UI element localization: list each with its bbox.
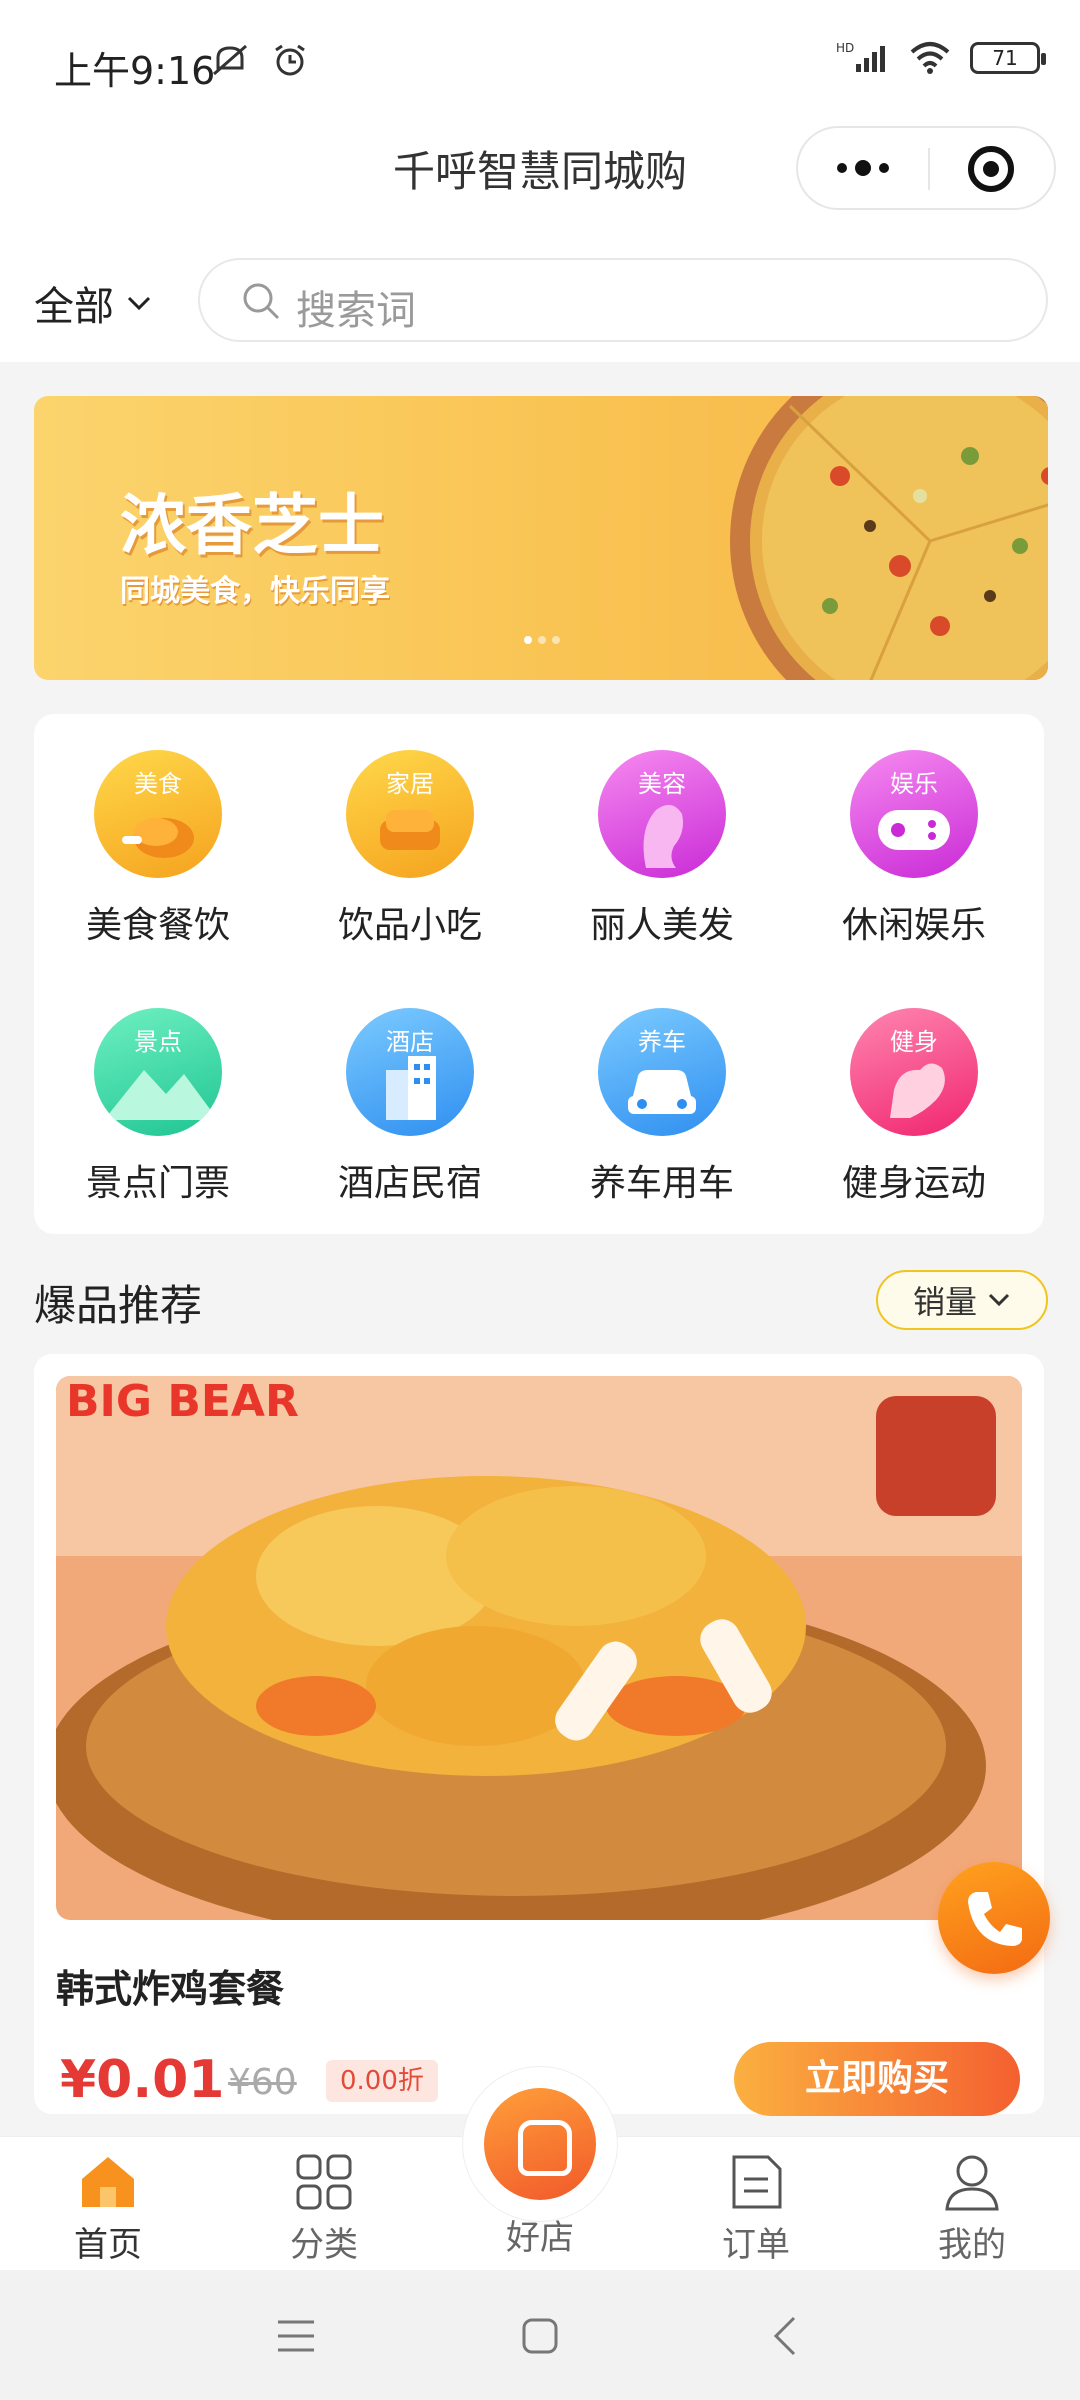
signal-icon: HD (836, 41, 885, 72)
tab-category[interactable]: 分类 (234, 2137, 414, 2266)
carousel-dots (524, 636, 560, 644)
status-left-icons (210, 42, 310, 78)
miniapp-capsule (796, 126, 1056, 210)
user-icon (945, 2155, 999, 2211)
home-icon (82, 2157, 134, 2207)
product-photo: BIG BEAR (56, 1376, 1022, 1920)
category-label: 酒店民宿 (337, 1163, 482, 1204)
product-card[interactable]: BIG BEAR 韩式炸鸡套餐 ¥0.01 ¥60 0.00折 立即购买 (34, 1354, 1044, 2116)
grid-icon (296, 2154, 352, 2210)
category-tag: 美容 (638, 770, 686, 798)
status-time: 上午9:16 (54, 49, 216, 93)
woman-profile-icon: 美容 (598, 750, 726, 878)
banner-title: 浓香芝士 (120, 487, 384, 564)
photo-brand-text: BIG BEAR (66, 1376, 299, 1427)
menu-icon[interactable] (274, 2316, 318, 2356)
category-filter-dropdown[interactable]: 全部 (34, 274, 152, 332)
category-entertainment[interactable]: 娱乐 休闲娱乐 (814, 750, 1014, 948)
category-fitness[interactable]: 健身 健身运动 (814, 1008, 1014, 1206)
network-label: HD (836, 41, 854, 55)
wifi-icon (910, 42, 950, 74)
tab-orders[interactable]: 订单 (666, 2137, 846, 2266)
call-button[interactable] (938, 1862, 1050, 1974)
product-price: ¥0.01 (60, 2050, 225, 2110)
roast-chicken-icon: 美食 (94, 750, 222, 878)
chevron-down-icon (127, 296, 151, 311)
category-label: 养车用车 (589, 1163, 734, 1204)
sofa-icon: 家居 (346, 750, 474, 878)
phone-icon (968, 1892, 1022, 1946)
top-area: 上午9:16 HD 71 千呼智慧同城购 全部 搜索词 (0, 0, 1080, 362)
category-tag: 美食 (134, 770, 182, 798)
category-beauty[interactable]: 美容 丽人美发 (562, 750, 762, 948)
close-miniapp-button[interactable] (968, 146, 1014, 192)
gamepad-icon: 娱乐 (850, 750, 978, 878)
section-title: 爆品推荐 (34, 1272, 202, 1333)
category-tag: 酒店 (386, 1028, 434, 1056)
tab-label: 订单 (722, 2225, 790, 2265)
app-screen: 上午9:16 HD 71 千呼智慧同城购 全部 搜索词 浓香芝士 同城美食，快乐… (0, 0, 1080, 2400)
category-label: 饮品小吃 (337, 905, 482, 946)
mountain-icon: 景点 (94, 1008, 222, 1136)
pizza-image (730, 396, 1048, 680)
banner-subtitle: 同城美食，快乐同享 (120, 574, 390, 609)
chevron-down-icon (988, 1293, 1010, 1307)
category-snacks[interactable]: 家居 饮品小吃 (310, 750, 510, 948)
shop-bag-icon[interactable] (484, 2088, 596, 2200)
tab-label: 我的 (938, 2225, 1006, 2265)
category-label: 丽人美发 (589, 905, 734, 946)
search-input[interactable]: 搜索词 (198, 258, 1048, 342)
category-food[interactable]: 美食 美食餐饮 (58, 750, 258, 948)
car-icon: 养车 (598, 1008, 726, 1136)
search-icon (243, 283, 280, 320)
battery-indicator: 71 (970, 42, 1046, 74)
tab-home[interactable]: 首页 (18, 2137, 198, 2266)
category-label: 美食餐饮 (85, 905, 230, 946)
promo-banner[interactable]: 浓香芝士 同城美食，快乐同享 (34, 396, 1048, 680)
system-nav-bar (0, 2270, 1080, 2400)
home-square-icon[interactable] (520, 2316, 560, 2356)
sort-label: 销量 (912, 1283, 977, 1321)
category-tag: 养车 (638, 1028, 686, 1056)
product-name: 韩式炸鸡套餐 (56, 1967, 285, 2011)
category-tag: 健身 (890, 1028, 938, 1056)
filter-row: 全部 搜索词 (0, 258, 1080, 348)
category-car[interactable]: 养车 养车用车 (562, 1008, 762, 1206)
category-label: 休闲娱乐 (841, 905, 986, 946)
category-label: 景点门票 (85, 1163, 230, 1204)
category-grid: 美食 美食餐饮 家居 饮品小吃 美容 丽人美发 娱乐 休闲娱乐 景点 景点门票 … (34, 714, 1044, 1234)
more-menu-button[interactable] (798, 128, 928, 208)
tab-profile[interactable]: 我的 (882, 2137, 1062, 2266)
back-icon[interactable] (770, 2314, 800, 2358)
category-tickets[interactable]: 景点 景点门票 (58, 1008, 258, 1206)
muscle-arm-icon: 健身 (850, 1008, 978, 1136)
tab-good-shop[interactable]: 好店 (450, 2210, 630, 2259)
building-icon: 酒店 (346, 1008, 474, 1136)
product-original-price: ¥60 (228, 2062, 297, 2103)
category-tag: 家居 (386, 770, 434, 798)
category-tag: 景点 (134, 1028, 182, 1056)
capsule-divider (928, 148, 930, 190)
tab-label: 分类 (290, 2225, 358, 2265)
category-label: 健身运动 (841, 1163, 986, 1204)
sort-dropdown[interactable]: 销量 (876, 1270, 1048, 1330)
order-doc-icon (732, 2155, 782, 2209)
filter-label: 全部 (34, 284, 114, 330)
buy-now-button[interactable]: 立即购买 (734, 2042, 1020, 2116)
alarm-icon (275, 44, 305, 76)
category-hotel[interactable]: 酒店 酒店民宿 (310, 1008, 510, 1206)
status-bar: 上午9:16 HD 71 (0, 0, 1080, 120)
discount-badge: 0.00折 (326, 2060, 438, 2102)
status-right: HD 71 (836, 40, 1046, 76)
tab-label: 首页 (74, 2225, 142, 2265)
search-placeholder: 搜索词 (296, 288, 416, 334)
category-tag: 娱乐 (890, 770, 938, 798)
mute-icon (213, 44, 247, 76)
